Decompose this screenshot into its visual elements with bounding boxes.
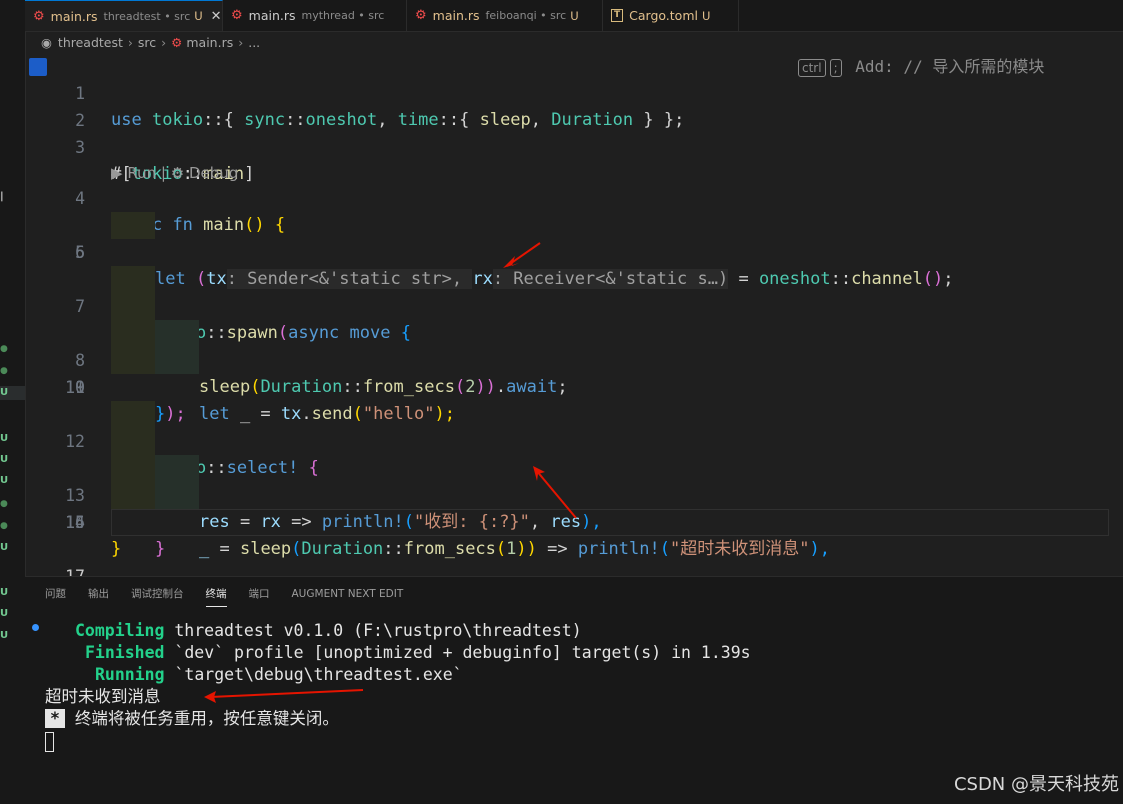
annotation-arrow bbox=[209, 689, 364, 698]
annotation-arrow bbox=[535, 469, 577, 519]
annotation-arrows bbox=[204, 242, 577, 703]
annotation-arrow-head bbox=[503, 256, 519, 268]
